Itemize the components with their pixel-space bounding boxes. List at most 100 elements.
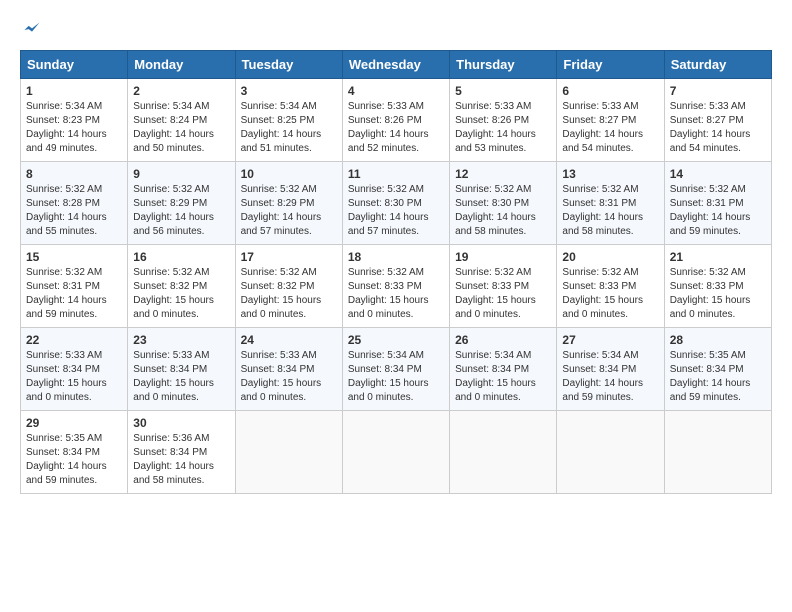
calendar-cell: 6 Sunrise: 5:33 AMSunset: 8:27 PMDayligh…	[557, 79, 664, 162]
calendar-week-row: 29 Sunrise: 5:35 AMSunset: 8:34 PMDaylig…	[21, 411, 772, 494]
day-number: 9	[133, 167, 229, 181]
calendar-cell: 21 Sunrise: 5:32 AMSunset: 8:33 PMDaylig…	[664, 245, 771, 328]
day-number: 27	[562, 333, 658, 347]
day-number: 8	[26, 167, 122, 181]
calendar-cell: 26 Sunrise: 5:34 AMSunset: 8:34 PMDaylig…	[450, 328, 557, 411]
weekday-header: Thursday	[450, 51, 557, 79]
day-number: 19	[455, 250, 551, 264]
day-info: Sunrise: 5:34 AMSunset: 8:24 PMDaylight:…	[133, 101, 214, 154]
day-number: 5	[455, 84, 551, 98]
calendar-cell: 15 Sunrise: 5:32 AMSunset: 8:31 PMDaylig…	[21, 245, 128, 328]
calendar-table: SundayMondayTuesdayWednesdayThursdayFrid…	[20, 50, 772, 494]
weekday-header: Monday	[128, 51, 235, 79]
calendar-cell: 23 Sunrise: 5:33 AMSunset: 8:34 PMDaylig…	[128, 328, 235, 411]
day-number: 15	[26, 250, 122, 264]
day-info: Sunrise: 5:32 AMSunset: 8:32 PMDaylight:…	[133, 267, 214, 320]
calendar-cell	[450, 411, 557, 494]
calendar-cell	[557, 411, 664, 494]
calendar-cell: 24 Sunrise: 5:33 AMSunset: 8:34 PMDaylig…	[235, 328, 342, 411]
day-info: Sunrise: 5:32 AMSunset: 8:33 PMDaylight:…	[670, 267, 751, 320]
logo-text	[20, 20, 42, 40]
weekday-header: Sunday	[21, 51, 128, 79]
calendar-cell	[342, 411, 449, 494]
day-info: Sunrise: 5:33 AMSunset: 8:34 PMDaylight:…	[26, 350, 107, 403]
day-info: Sunrise: 5:32 AMSunset: 8:28 PMDaylight:…	[26, 184, 107, 237]
day-number: 13	[562, 167, 658, 181]
calendar-week-row: 1 Sunrise: 5:34 AMSunset: 8:23 PMDayligh…	[21, 79, 772, 162]
day-number: 24	[241, 333, 337, 347]
calendar-week-row: 22 Sunrise: 5:33 AMSunset: 8:34 PMDaylig…	[21, 328, 772, 411]
day-info: Sunrise: 5:33 AMSunset: 8:26 PMDaylight:…	[348, 101, 429, 154]
day-number: 21	[670, 250, 766, 264]
day-info: Sunrise: 5:32 AMSunset: 8:33 PMDaylight:…	[348, 267, 429, 320]
day-number: 26	[455, 333, 551, 347]
calendar-cell: 17 Sunrise: 5:32 AMSunset: 8:32 PMDaylig…	[235, 245, 342, 328]
calendar-cell: 1 Sunrise: 5:34 AMSunset: 8:23 PMDayligh…	[21, 79, 128, 162]
day-number: 16	[133, 250, 229, 264]
day-number: 10	[241, 167, 337, 181]
day-number: 28	[670, 333, 766, 347]
day-info: Sunrise: 5:33 AMSunset: 8:34 PMDaylight:…	[133, 350, 214, 403]
calendar-cell: 20 Sunrise: 5:32 AMSunset: 8:33 PMDaylig…	[557, 245, 664, 328]
day-number: 22	[26, 333, 122, 347]
day-number: 14	[670, 167, 766, 181]
calendar-cell: 7 Sunrise: 5:33 AMSunset: 8:27 PMDayligh…	[664, 79, 771, 162]
day-info: Sunrise: 5:35 AMSunset: 8:34 PMDaylight:…	[670, 350, 751, 403]
day-number: 2	[133, 84, 229, 98]
day-number: 20	[562, 250, 658, 264]
day-number: 29	[26, 416, 122, 430]
day-info: Sunrise: 5:34 AMSunset: 8:34 PMDaylight:…	[562, 350, 643, 403]
calendar-cell: 16 Sunrise: 5:32 AMSunset: 8:32 PMDaylig…	[128, 245, 235, 328]
day-info: Sunrise: 5:32 AMSunset: 8:30 PMDaylight:…	[455, 184, 536, 237]
calendar-cell: 14 Sunrise: 5:32 AMSunset: 8:31 PMDaylig…	[664, 162, 771, 245]
page-wrapper: SundayMondayTuesdayWednesdayThursdayFrid…	[20, 20, 772, 494]
day-info: Sunrise: 5:33 AMSunset: 8:26 PMDaylight:…	[455, 101, 536, 154]
day-number: 25	[348, 333, 444, 347]
day-number: 4	[348, 84, 444, 98]
calendar-cell	[664, 411, 771, 494]
calendar-cell	[235, 411, 342, 494]
calendar-cell: 30 Sunrise: 5:36 AMSunset: 8:34 PMDaylig…	[128, 411, 235, 494]
calendar-cell: 3 Sunrise: 5:34 AMSunset: 8:25 PMDayligh…	[235, 79, 342, 162]
day-info: Sunrise: 5:33 AMSunset: 8:27 PMDaylight:…	[562, 101, 643, 154]
day-number: 7	[670, 84, 766, 98]
calendar-week-row: 8 Sunrise: 5:32 AMSunset: 8:28 PMDayligh…	[21, 162, 772, 245]
calendar-cell: 19 Sunrise: 5:32 AMSunset: 8:33 PMDaylig…	[450, 245, 557, 328]
day-number: 1	[26, 84, 122, 98]
calendar-cell: 5 Sunrise: 5:33 AMSunset: 8:26 PMDayligh…	[450, 79, 557, 162]
calendar-cell: 12 Sunrise: 5:32 AMSunset: 8:30 PMDaylig…	[450, 162, 557, 245]
calendar-cell: 22 Sunrise: 5:33 AMSunset: 8:34 PMDaylig…	[21, 328, 128, 411]
calendar-cell: 28 Sunrise: 5:35 AMSunset: 8:34 PMDaylig…	[664, 328, 771, 411]
day-number: 6	[562, 84, 658, 98]
day-info: Sunrise: 5:34 AMSunset: 8:23 PMDaylight:…	[26, 101, 107, 154]
day-info: Sunrise: 5:34 AMSunset: 8:34 PMDaylight:…	[348, 350, 429, 403]
calendar-cell: 25 Sunrise: 5:34 AMSunset: 8:34 PMDaylig…	[342, 328, 449, 411]
weekday-header: Saturday	[664, 51, 771, 79]
calendar-header-row: SundayMondayTuesdayWednesdayThursdayFrid…	[21, 51, 772, 79]
calendar-cell: 29 Sunrise: 5:35 AMSunset: 8:34 PMDaylig…	[21, 411, 128, 494]
calendar-cell: 2 Sunrise: 5:34 AMSunset: 8:24 PMDayligh…	[128, 79, 235, 162]
calendar-cell: 9 Sunrise: 5:32 AMSunset: 8:29 PMDayligh…	[128, 162, 235, 245]
day-info: Sunrise: 5:32 AMSunset: 8:32 PMDaylight:…	[241, 267, 322, 320]
calendar-cell: 27 Sunrise: 5:34 AMSunset: 8:34 PMDaylig…	[557, 328, 664, 411]
day-info: Sunrise: 5:34 AMSunset: 8:34 PMDaylight:…	[455, 350, 536, 403]
calendar-cell: 10 Sunrise: 5:32 AMSunset: 8:29 PMDaylig…	[235, 162, 342, 245]
calendar-cell: 8 Sunrise: 5:32 AMSunset: 8:28 PMDayligh…	[21, 162, 128, 245]
calendar-cell: 18 Sunrise: 5:32 AMSunset: 8:33 PMDaylig…	[342, 245, 449, 328]
day-info: Sunrise: 5:32 AMSunset: 8:31 PMDaylight:…	[26, 267, 107, 320]
day-number: 11	[348, 167, 444, 181]
day-info: Sunrise: 5:32 AMSunset: 8:31 PMDaylight:…	[670, 184, 751, 237]
day-number: 17	[241, 250, 337, 264]
day-info: Sunrise: 5:32 AMSunset: 8:30 PMDaylight:…	[348, 184, 429, 237]
day-number: 3	[241, 84, 337, 98]
day-number: 30	[133, 416, 229, 430]
header	[20, 20, 772, 40]
day-info: Sunrise: 5:32 AMSunset: 8:29 PMDaylight:…	[133, 184, 214, 237]
day-info: Sunrise: 5:32 AMSunset: 8:29 PMDaylight:…	[241, 184, 322, 237]
calendar-cell: 4 Sunrise: 5:33 AMSunset: 8:26 PMDayligh…	[342, 79, 449, 162]
day-number: 23	[133, 333, 229, 347]
weekday-header: Tuesday	[235, 51, 342, 79]
day-info: Sunrise: 5:32 AMSunset: 8:31 PMDaylight:…	[562, 184, 643, 237]
calendar-cell: 13 Sunrise: 5:32 AMSunset: 8:31 PMDaylig…	[557, 162, 664, 245]
day-info: Sunrise: 5:33 AMSunset: 8:27 PMDaylight:…	[670, 101, 751, 154]
